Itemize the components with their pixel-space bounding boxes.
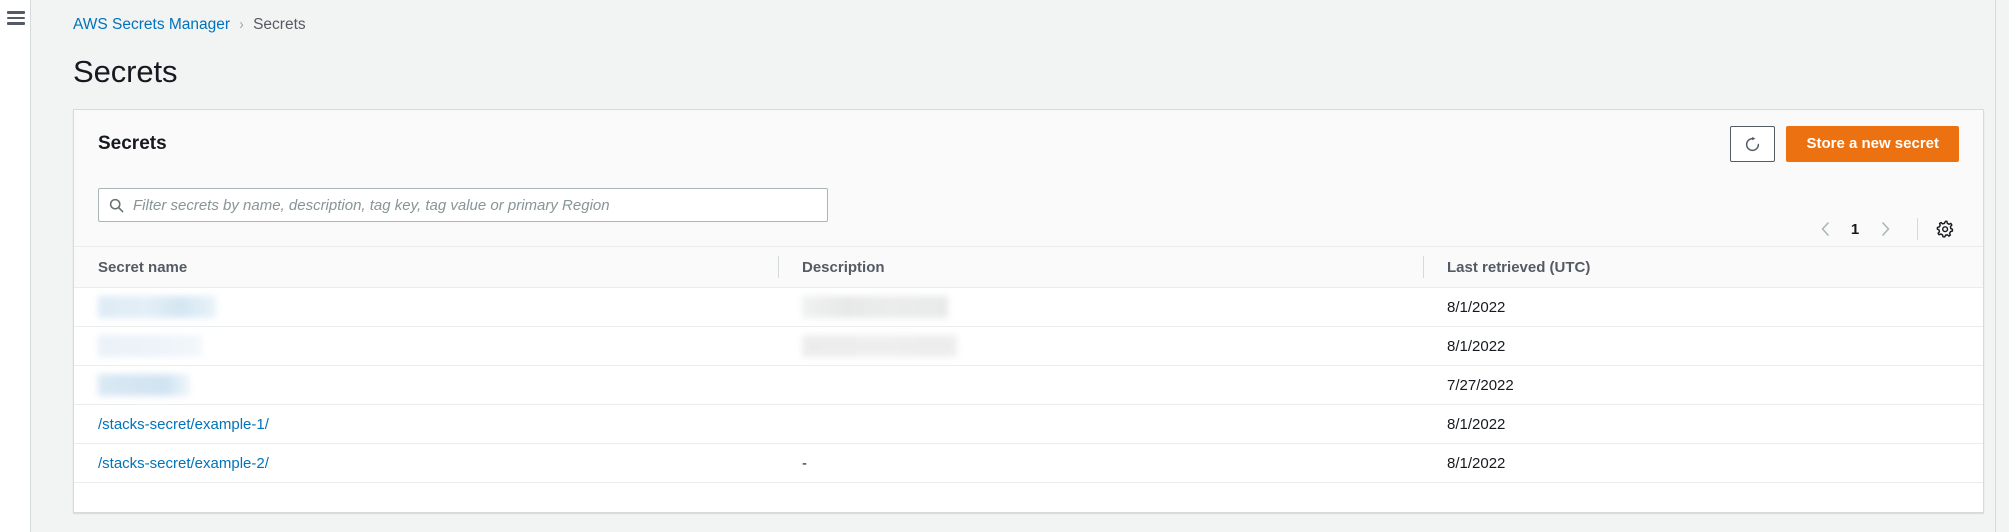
table-body: 8/1/2022 8/1/2022 7/27/2022 /stacks-secr… <box>74 287 1983 483</box>
cell-last-retrieved: 7/27/2022 <box>1423 365 1983 405</box>
breadcrumb-current-secrets: Secrets <box>253 16 306 33</box>
search-box[interactable] <box>98 188 828 222</box>
table-header-row: Secret name Description Last retrieved (… <box>74 246 1983 288</box>
breadcrumb-link-aws-secrets-manager[interactable]: AWS Secrets Manager <box>73 15 230 35</box>
secret-name-link[interactable]: /stacks-secret/example-1/ <box>98 416 269 433</box>
redaction-block <box>98 374 190 396</box>
cell-description <box>778 365 1423 405</box>
pagination-next-button[interactable] <box>1868 212 1902 246</box>
card-header: Secrets Store a new secret <box>74 110 1983 188</box>
filter-row: 1 <box>74 188 1983 246</box>
cell-description <box>778 326 1423 366</box>
table-head: Secret name Description Last retrieved (… <box>74 246 1983 288</box>
cell-last-retrieved: 8/1/2022 <box>1423 326 1983 366</box>
secrets-card: Secrets Store a new secret Filter secret… <box>73 109 1984 513</box>
cell-last-retrieved: 8/1/2022 <box>1423 404 1983 444</box>
cell-secret-name <box>74 365 778 405</box>
cell-last-retrieved: 8/1/2022 <box>1423 287 1983 327</box>
refresh-icon <box>1746 136 1760 151</box>
pagination-page-1[interactable]: 1 <box>1842 221 1868 238</box>
main-content: AWS Secrets Manager › Secrets Secrets Se… <box>31 0 1995 532</box>
breadcrumb: AWS Secrets Manager › Secrets <box>73 15 306 35</box>
pagination: 1 <box>1808 212 1959 246</box>
secrets-manager-page: AWS Secrets Manager › Secrets Secrets Se… <box>0 0 2009 532</box>
table-settings-button[interactable] <box>1931 215 1959 243</box>
page-title: Secrets <box>73 54 178 89</box>
column-header-last-retrieved[interactable]: Last retrieved (UTC) <box>1423 246 1983 288</box>
pagination-divider <box>1917 218 1918 240</box>
redacted-secret-name <box>98 366 190 404</box>
gear-icon <box>1936 220 1953 238</box>
cell-last-retrieved: 8/1/2022 <box>1423 443 1983 483</box>
table-row[interactable]: /stacks-secret/example-1/ 8/1/2022 <box>74 404 1983 444</box>
redaction-block <box>98 335 202 357</box>
column-header-secret-name[interactable]: Secret name <box>74 246 778 288</box>
store-new-secret-button[interactable]: Store a new secret <box>1786 126 1959 162</box>
search-wrapper <box>98 188 828 222</box>
table-row[interactable]: 7/27/2022 <box>74 365 1983 405</box>
chevron-left-icon <box>1821 222 1829 236</box>
table-row[interactable]: 8/1/2022 <box>74 287 1983 327</box>
hamburger-menu-icon[interactable] <box>7 11 25 25</box>
redacted-secret-name <box>98 288 216 326</box>
cell-secret-name <box>74 287 778 327</box>
secrets-table: Secret name Description Last retrieved (… <box>74 246 1983 483</box>
search-input[interactable] <box>133 189 817 221</box>
cell-secret-name: /stacks-secret/example-1/ <box>74 404 778 444</box>
card-title: Secrets <box>98 133 167 154</box>
breadcrumb-separator-icon: › <box>239 16 244 33</box>
cell-description <box>778 287 1423 327</box>
right-rail <box>1995 0 2009 532</box>
redacted-description <box>802 327 957 365</box>
cell-secret-name: /stacks-secret/example-2/ <box>74 443 778 483</box>
redaction-block <box>802 335 957 357</box>
cell-description: - <box>778 443 1423 483</box>
table-row[interactable]: /stacks-secret/example-2/ - 8/1/2022 <box>74 443 1983 483</box>
secret-name-link[interactable]: /stacks-secret/example-2/ <box>98 455 269 472</box>
table-row[interactable]: 8/1/2022 <box>74 326 1983 366</box>
redaction-block <box>802 296 948 318</box>
chevron-right-icon <box>1881 222 1889 236</box>
redacted-description <box>802 288 948 326</box>
cell-secret-name <box>74 326 778 366</box>
column-header-description[interactable]: Description <box>778 246 1423 288</box>
search-icon <box>109 198 124 212</box>
refresh-button[interactable] <box>1730 126 1776 162</box>
card-header-actions: Store a new secret <box>1730 126 1959 162</box>
pagination-previous-button[interactable] <box>1808 212 1842 246</box>
left-nav-rail <box>0 0 31 532</box>
redacted-secret-name <box>98 327 202 365</box>
cell-description <box>778 404 1423 444</box>
redaction-block <box>98 296 216 318</box>
